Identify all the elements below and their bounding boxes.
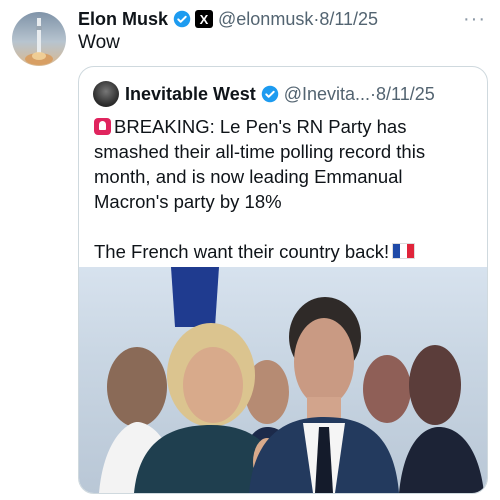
author-name[interactable]: Elon Musk (78, 9, 168, 30)
quoted-tweet-photo[interactable] (79, 267, 487, 493)
siren-emoji-icon (94, 118, 111, 135)
tweet-date[interactable]: 8/11/25 (319, 9, 378, 30)
quoted-text-line-1: BREAKING: Le Pen's RN Party has smashed … (94, 116, 426, 212)
quoted-author-handle: @Inevita... (283, 83, 371, 104)
france-flag-icon (392, 243, 416, 259)
more-options-icon[interactable]: ··· (463, 8, 486, 31)
author-handle[interactable]: @elonmusk (218, 9, 313, 30)
quoted-tweet-header: Inevitable West @Inevita... · 8/11/25 (93, 81, 477, 107)
quoted-author-avatar (93, 81, 119, 107)
tweet-header: Elon Musk X @elonmusk · 8/11/25 (78, 6, 488, 32)
verified-badge-icon (261, 85, 279, 103)
quoted-text-line-2: The French want their country back! (94, 241, 390, 262)
quoted-tweet-text: BREAKING: Le Pen's RN Party has smashed … (94, 114, 474, 264)
quoted-author-name: Inevitable West (125, 83, 256, 104)
quoted-tweet-date: 8/11/25 (376, 83, 435, 104)
verified-badge-icon (173, 10, 191, 28)
tweet-text: Wow (78, 32, 120, 53)
author-avatar[interactable] (12, 12, 66, 66)
quoted-tweet-card[interactable]: Inevitable West @Inevita... · 8/11/25 BR… (78, 66, 488, 494)
x-affiliation-icon: X (195, 10, 214, 28)
